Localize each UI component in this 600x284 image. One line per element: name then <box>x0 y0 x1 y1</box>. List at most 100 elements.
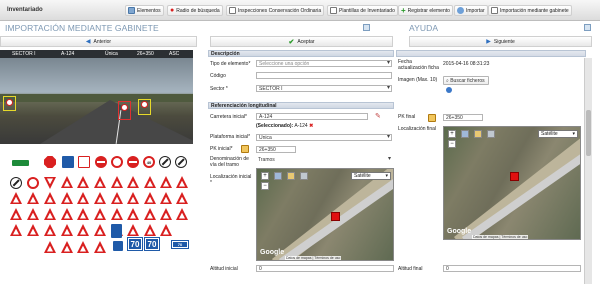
sign-warning[interactable] <box>77 224 89 236</box>
sign-warning[interactable] <box>27 208 39 220</box>
next-button[interactable]: ▶ Siguiente <box>409 36 592 47</box>
sign-warning[interactable] <box>27 224 39 236</box>
nav-inspecciones-button[interactable]: Inspecciones Conservación Ordinaria <box>226 5 325 16</box>
sign-end-restriction-2[interactable] <box>175 156 187 168</box>
sign-warning[interactable] <box>127 208 139 220</box>
denominacion-select[interactable]: Tramos <box>256 157 392 164</box>
altitud-input[interactable]: 0 <box>256 265 394 272</box>
sign-warning[interactable] <box>61 192 73 204</box>
sign-warning[interactable] <box>77 192 89 204</box>
map-layer-icon[interactable] <box>274 172 282 180</box>
sign-warning[interactable] <box>127 192 139 204</box>
sign-warning[interactable] <box>94 192 106 204</box>
nav-plantillas-button[interactable]: Plantillas de Inventariado <box>327 5 398 16</box>
sign-no-entry[interactable] <box>95 156 107 168</box>
sign-warning[interactable] <box>61 208 73 220</box>
sign-end-restriction[interactable] <box>159 156 171 168</box>
sign-warning[interactable] <box>94 208 106 220</box>
sign-stop[interactable] <box>44 156 56 168</box>
sign-speed-70[interactable]: 70 <box>127 237 143 251</box>
sign-warning[interactable] <box>61 224 73 236</box>
map-zoom-out-button[interactable]: − <box>448 140 456 148</box>
sign-warning[interactable] <box>94 176 106 188</box>
nav-gabinete-button[interactable]: Importación mediante gabinete <box>488 5 572 16</box>
map-street-icon[interactable] <box>474 130 482 138</box>
sign-warning[interactable] <box>10 192 22 204</box>
sign-warning[interactable] <box>44 241 56 253</box>
sign-warning[interactable] <box>61 241 73 253</box>
sign-warning[interactable] <box>160 176 172 188</box>
nav-elementos-button[interactable]: Elementos <box>125 5 164 16</box>
map-final[interactable]: + − Satélite ▾ Google Datos de mapas | Té… <box>443 126 581 240</box>
nav-radio-button[interactable]: ● Radio de búsqueda <box>167 5 223 16</box>
plataforma-select[interactable]: Única <box>256 134 392 141</box>
sign-warning[interactable] <box>111 208 123 220</box>
pk-locate-icon[interactable] <box>241 145 249 153</box>
sign-warning[interactable] <box>27 192 39 204</box>
sign-warning[interactable] <box>176 192 188 204</box>
sign-warning[interactable] <box>127 224 139 236</box>
scrollbar-thumb[interactable] <box>586 110 591 156</box>
sign-warning[interactable] <box>94 224 106 236</box>
sign-warning[interactable] <box>77 208 89 220</box>
sign-warning[interactable] <box>160 192 172 204</box>
sign-warning[interactable] <box>127 176 139 188</box>
altitud-final-input[interactable]: 0 <box>443 265 581 272</box>
location-marker[interactable] <box>510 172 519 181</box>
sign-no-entry-2[interactable] <box>127 156 139 168</box>
carretera-input[interactable]: A-124 <box>256 113 368 120</box>
sign-prohibited[interactable] <box>111 156 123 168</box>
map-zoom-in-button[interactable]: + <box>261 172 269 180</box>
sign-warning[interactable] <box>160 208 172 220</box>
sign-info-blue[interactable] <box>111 224 122 238</box>
map-inicial[interactable]: + − Satélite ▾ Google Datos de mapas | Té… <box>256 168 394 261</box>
map-zoom-in-button[interactable]: + <box>448 130 456 138</box>
sign-warning[interactable] <box>111 176 123 188</box>
sign-warning[interactable] <box>44 208 56 220</box>
pk-inicial-input[interactable]: 26+350 <box>256 146 296 153</box>
help-window-icon[interactable] <box>584 24 591 31</box>
help-icon[interactable] <box>446 87 452 93</box>
sign-end-limit[interactable] <box>10 177 22 189</box>
map-terms[interactable]: Datos de mapas | Términos de uso <box>285 256 342 260</box>
nav-importar-button[interactable]: Importar <box>454 5 488 16</box>
sign-warning[interactable] <box>94 241 106 253</box>
sign-direction[interactable] <box>12 160 29 166</box>
prev-button[interactable]: ◀ Anterior <box>0 36 197 47</box>
remove-icon[interactable]: ✖ <box>309 123 313 129</box>
map-zoom-out-button[interactable]: − <box>261 182 269 190</box>
form-scrollbar[interactable] <box>584 58 592 284</box>
maptype-select[interactable]: Satélite ▾ <box>351 172 391 180</box>
sign-warning[interactable] <box>144 176 156 188</box>
codigo-input[interactable] <box>256 72 392 79</box>
sign-warning[interactable] <box>10 208 22 220</box>
sign-warning[interactable] <box>176 176 188 188</box>
eraser-icon[interactable]: ✎ <box>375 112 381 120</box>
sign-yield[interactable] <box>44 177 56 189</box>
sign-warning[interactable] <box>144 192 156 204</box>
sign-speed-limit[interactable]: 40 <box>143 156 155 168</box>
sign-warning[interactable] <box>160 224 172 236</box>
road-photo[interactable]: SECTOR I A-124 Única 26+350 ASC <box>0 50 193 144</box>
sign-warning[interactable] <box>77 241 89 253</box>
sign-warning[interactable] <box>77 176 89 188</box>
sign-speed-70[interactable]: 70 <box>144 237 160 251</box>
map-layer-icon[interactable] <box>461 130 469 138</box>
map-street-icon[interactable] <box>287 172 295 180</box>
tipo-select[interactable]: Seleccione una opción <box>256 60 392 67</box>
sign-info-blue-small[interactable] <box>113 241 123 251</box>
sign-no-overtaking[interactable] <box>27 177 39 189</box>
sector-select[interactable]: SECTOR I <box>256 85 392 92</box>
sign-warning[interactable] <box>144 224 156 236</box>
location-marker[interactable] <box>331 212 340 221</box>
pk-final-input[interactable]: 26+350 <box>443 114 483 121</box>
sign-warning[interactable] <box>44 224 56 236</box>
sign-warning[interactable] <box>144 208 156 220</box>
sign-warning[interactable] <box>10 224 22 236</box>
sign-warning[interactable] <box>61 176 73 188</box>
sign-priority[interactable] <box>78 156 90 168</box>
sign-speed-70-small[interactable]: 70 <box>171 240 189 249</box>
buscar-ficheros-button[interactable]: ⌕ Buscar ficheros <box>443 76 489 85</box>
sign-warning[interactable] <box>111 192 123 204</box>
accept-button[interactable]: ✔ Aceptar <box>210 36 393 47</box>
